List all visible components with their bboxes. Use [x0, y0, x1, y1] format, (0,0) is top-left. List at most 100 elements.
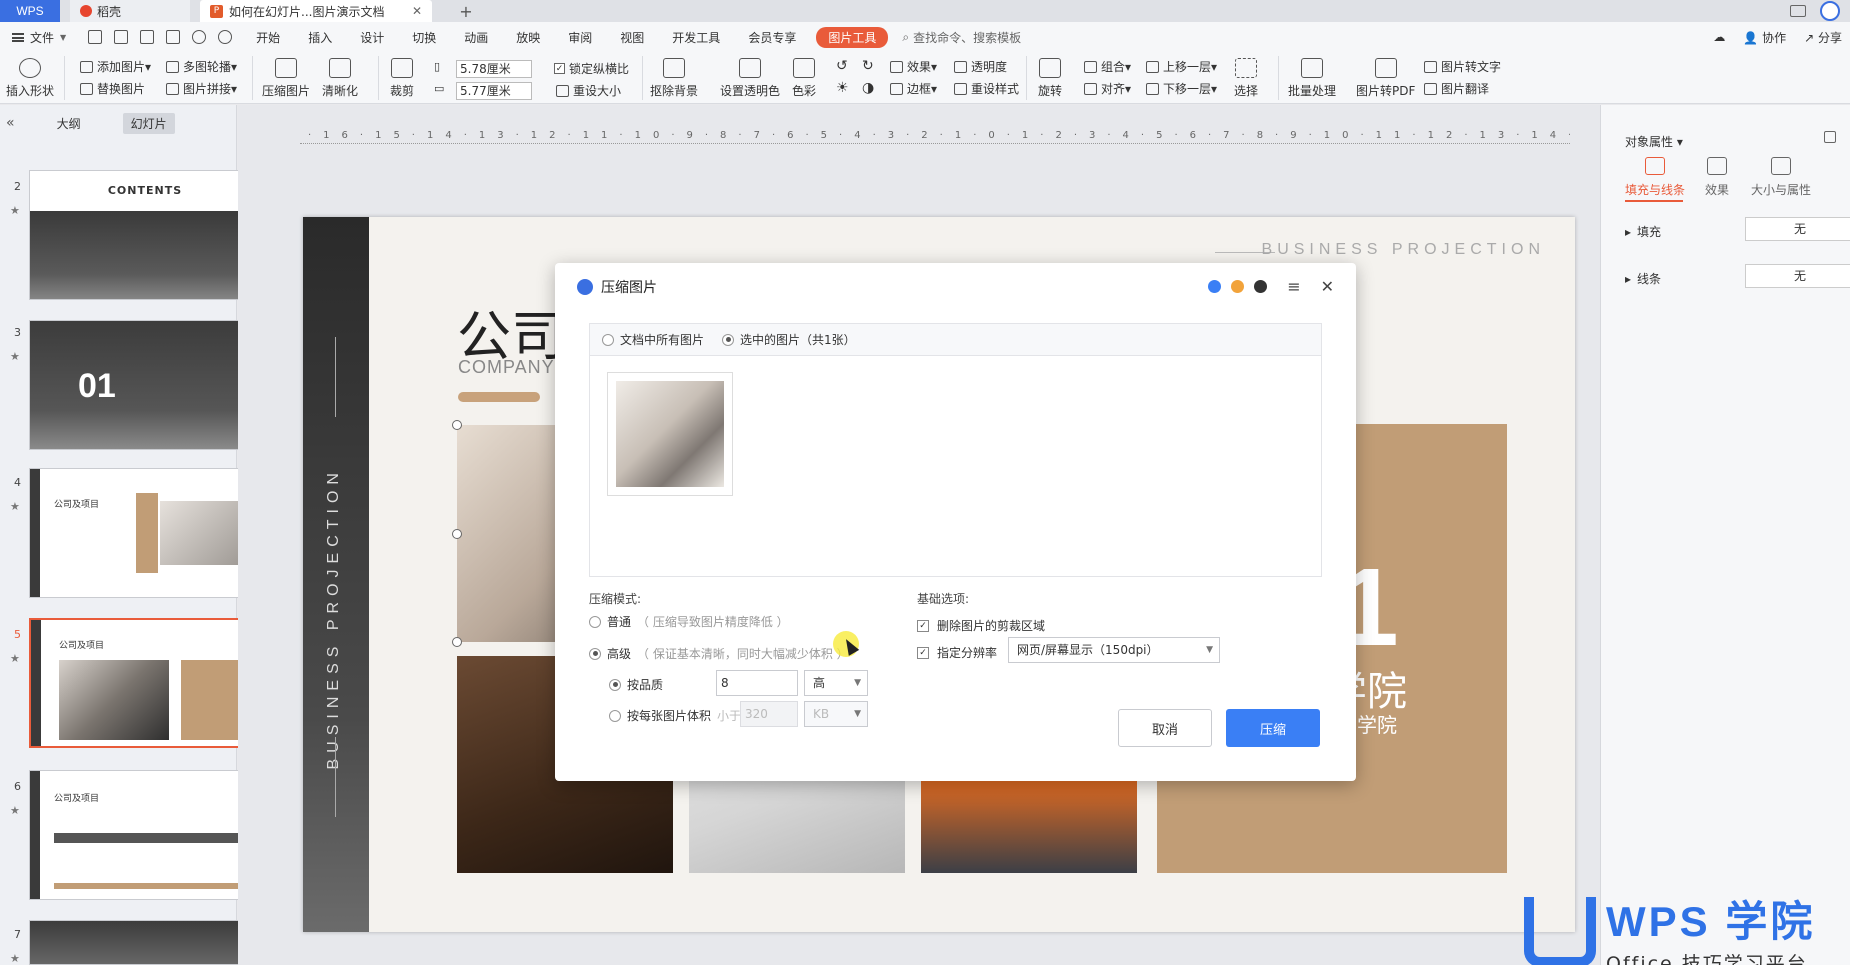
wps-account-icon[interactable]	[1820, 1, 1840, 21]
by-quality-radio[interactable]: 按品质	[609, 676, 663, 693]
save-icon[interactable]	[88, 30, 103, 44]
border-button[interactable]: 边框 ▾	[890, 80, 937, 97]
command-search[interactable]: ⌕ 查找命令、搜索模板	[902, 29, 1021, 46]
lock-ratio-checkbox[interactable]: ✓ 锁定纵横比	[554, 60, 629, 77]
tab-document[interactable]: P 如何在幻灯片...图片演示文档 ✕	[200, 0, 432, 22]
menu-slideshow[interactable]: 放映	[502, 29, 554, 46]
slide-thumbnail[interactable]	[29, 920, 261, 965]
image-to-pdf-button[interactable]: 图片转PDF	[1356, 58, 1415, 99]
height-input[interactable]: 5.77厘米	[456, 82, 532, 100]
delete-crop-checkbox[interactable]: ✓ 删除图片的剪裁区域	[917, 617, 1045, 634]
redo-icon[interactable]	[218, 30, 233, 44]
menu-transition[interactable]: 切换	[398, 29, 450, 46]
crop-button[interactable]: 裁剪	[390, 58, 414, 99]
slide-thumbnail-selected[interactable]: 公司及项目	[29, 618, 261, 748]
slide-thumbnail[interactable]: CONTENTS	[29, 170, 261, 300]
rotate-left-icon[interactable]: ↺	[836, 58, 848, 74]
menu-review[interactable]: 审阅	[554, 29, 606, 46]
menu-animation[interactable]: 动画	[450, 29, 502, 46]
reset-size-button[interactable]: 重设大小	[556, 82, 621, 99]
menu-icon[interactable]: ≡	[1287, 277, 1300, 296]
cloud-sync-icon[interactable]: ☁	[1713, 30, 1725, 44]
fill-row[interactable]: ▸ 填充	[1625, 223, 1661, 240]
menu-home[interactable]: 开始	[242, 29, 294, 46]
slide-thumbnail[interactable]: 01	[29, 320, 261, 450]
cancel-button[interactable]: 取消	[1118, 709, 1212, 747]
multi-carousel-button[interactable]: 多图轮播 ▾	[166, 58, 237, 75]
set-transparent-color-button[interactable]: 设置透明色	[720, 58, 780, 99]
slide-thumbnail[interactable]: 公司及项目	[29, 770, 261, 900]
coin-icon[interactable]	[1254, 280, 1268, 293]
share-button[interactable]: ↗ 分享	[1804, 29, 1842, 46]
menu-insert[interactable]: 插入	[294, 29, 346, 46]
rotate-button[interactable]: 旋转	[1038, 58, 1062, 99]
image-to-text-button[interactable]: 图片转文字	[1424, 58, 1501, 75]
scope-selected-radio[interactable]: 选中的图片（共1张）	[722, 331, 856, 348]
tab-wps[interactable]: WPS	[0, 0, 60, 22]
properties-title[interactable]: 对象属性 ▾	[1625, 133, 1683, 150]
tab-size-properties[interactable]: 大小与属性	[1751, 157, 1811, 198]
menu-developer[interactable]: 开发工具	[658, 29, 734, 46]
insert-shape-button[interactable]: 插入形状	[6, 58, 54, 99]
quality-input[interactable]: 8	[716, 670, 798, 696]
resize-handle[interactable]	[452, 637, 462, 647]
normal-mode-radio[interactable]: 普通 （ 压缩导致图片精度降低 ）	[589, 613, 789, 630]
align-button[interactable]: 对齐 ▾	[1084, 80, 1131, 97]
reset-style-button[interactable]: 重设样式	[954, 80, 1019, 97]
collaborate-button[interactable]: 👤 协作	[1743, 29, 1786, 46]
tab-effect[interactable]: 效果	[1705, 157, 1729, 198]
advanced-mode-radio[interactable]: 高级 （ 保证基本清晰，同时大幅减少体积 ）	[589, 645, 849, 662]
color-button[interactable]: 色彩	[792, 58, 816, 99]
effect-button[interactable]: 效果 ▾	[890, 58, 937, 75]
compress-button[interactable]: 压缩	[1226, 709, 1320, 747]
group-button[interactable]: 组合 ▾	[1084, 58, 1131, 75]
tab-outline[interactable]: 大纲	[49, 113, 89, 134]
add-image-button[interactable]: 添加图片 ▾	[80, 58, 151, 75]
file-menu[interactable]: 文件 ▼	[0, 29, 78, 46]
menu-picture-tools[interactable]: 图片工具	[816, 26, 889, 48]
brightness-icon[interactable]: ☀	[836, 80, 849, 96]
scope-all-radio[interactable]: 文档中所有图片	[602, 331, 704, 348]
quality-level-select[interactable]: 高 ▼	[804, 670, 868, 696]
close-tab-icon[interactable]: ✕	[412, 4, 422, 18]
remove-background-button[interactable]: 抠除背景	[650, 58, 698, 99]
size-input[interactable]: 320	[740, 701, 798, 727]
replace-image-button[interactable]: 替换图片	[80, 80, 145, 97]
move-down-button[interactable]: 下移一层 ▾	[1146, 80, 1217, 97]
tab-fill-line[interactable]: 填充与线条	[1625, 157, 1685, 198]
undo-icon[interactable]	[192, 30, 207, 44]
vip-icon[interactable]	[1231, 280, 1245, 293]
pin-icon[interactable]	[1824, 131, 1836, 143]
move-up-button[interactable]: 上移一层 ▾	[1146, 58, 1217, 75]
contrast-icon[interactable]: ◑	[862, 80, 874, 96]
width-input[interactable]: 5.78厘米	[456, 60, 532, 78]
preview-icon[interactable]	[166, 30, 181, 44]
resize-handle[interactable]	[452, 420, 462, 430]
export-icon[interactable]	[114, 30, 129, 44]
size-unit-select[interactable]: KB ▼	[804, 701, 868, 727]
image-collage-button[interactable]: 图片拼接 ▾	[166, 80, 237, 97]
sharpen-button[interactable]: 清晰化	[322, 58, 358, 99]
resolution-select[interactable]: 网页/屏幕显示（150dpi） ▼	[1008, 637, 1220, 663]
window-mode-icon[interactable]	[1790, 5, 1806, 17]
collapse-panel-icon[interactable]: «	[6, 115, 15, 131]
new-tab-button[interactable]: +	[455, 0, 477, 22]
tab-daoke[interactable]: 稻壳	[70, 0, 190, 22]
fill-select[interactable]: 无	[1745, 217, 1850, 241]
line-row[interactable]: ▸ 线条	[1625, 270, 1661, 287]
resize-handle[interactable]	[452, 529, 462, 539]
print-icon[interactable]	[140, 30, 155, 44]
by-size-radio[interactable]: 按每张图片体积 小于	[609, 707, 741, 724]
line-select[interactable]: 无	[1745, 264, 1850, 288]
menu-design[interactable]: 设计	[346, 29, 398, 46]
menu-view[interactable]: 视图	[606, 29, 658, 46]
compress-image-button[interactable]: 压缩图片	[262, 58, 310, 99]
menu-vip[interactable]: 会员专享	[734, 29, 810, 46]
rotate-right-icon[interactable]: ↻	[862, 58, 874, 74]
resolution-checkbox[interactable]: ✓ 指定分辨率	[917, 644, 997, 661]
transparency-button[interactable]: 透明度	[954, 58, 1007, 75]
selected-image-thumbnail[interactable]	[607, 372, 733, 496]
wps-icon[interactable]	[1208, 280, 1222, 293]
close-icon[interactable]: ✕	[1321, 277, 1334, 296]
batch-process-button[interactable]: 批量处理	[1288, 58, 1336, 99]
